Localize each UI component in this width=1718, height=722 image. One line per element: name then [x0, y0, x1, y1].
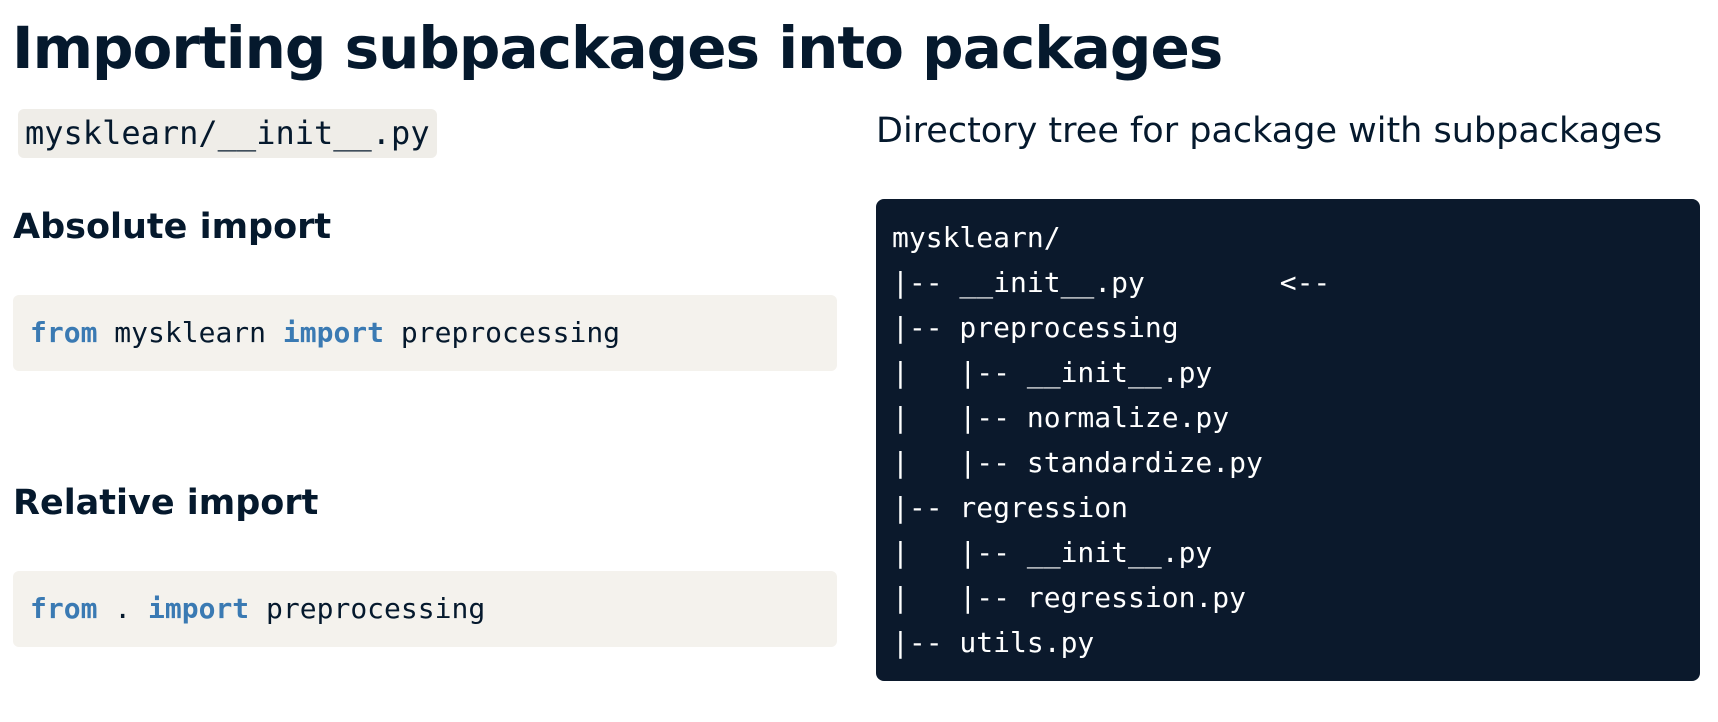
tree-line: |-- preprocessing	[892, 311, 1179, 344]
imported-name: preprocessing	[249, 592, 486, 625]
tree-line: |-- __init__.py <--	[892, 266, 1331, 299]
keyword-from: from	[30, 316, 98, 349]
imported-name: preprocessing	[384, 316, 621, 349]
relative-import-heading: Relative import	[13, 483, 319, 523]
file-path-label: mysklearn/__init__.py	[18, 109, 437, 158]
module-name: .	[97, 592, 149, 625]
tree-line: | |-- standardize.py	[892, 446, 1263, 479]
keyword-from: from	[30, 592, 98, 625]
relative-import-code-block: from . import preprocessing	[13, 571, 837, 647]
module-name: mysklearn	[97, 316, 283, 349]
tree-line: | |-- __init__.py	[892, 536, 1213, 569]
tree-line: | |-- regression.py	[892, 581, 1247, 614]
absolute-import-heading: Absolute import	[13, 207, 332, 247]
tree-line: | |-- __init__.py	[892, 356, 1213, 389]
tree-line: |-- regression	[892, 491, 1129, 524]
directory-tree-caption: Directory tree for package with subpacka…	[876, 111, 1663, 151]
keyword-import: import	[148, 592, 250, 625]
page-title: Importing subpackages into packages	[12, 14, 1223, 82]
tree-line: |-- utils.py	[892, 626, 1095, 659]
keyword-import: import	[282, 316, 385, 349]
tree-line: | |-- normalize.py	[892, 401, 1230, 434]
directory-tree-panel: mysklearn/ |-- __init__.py <-- |-- preproc…	[876, 199, 1700, 681]
absolute-import-code-block: from mysklearn import preprocessing	[13, 295, 837, 371]
tree-line: mysklearn/	[892, 221, 1061, 254]
